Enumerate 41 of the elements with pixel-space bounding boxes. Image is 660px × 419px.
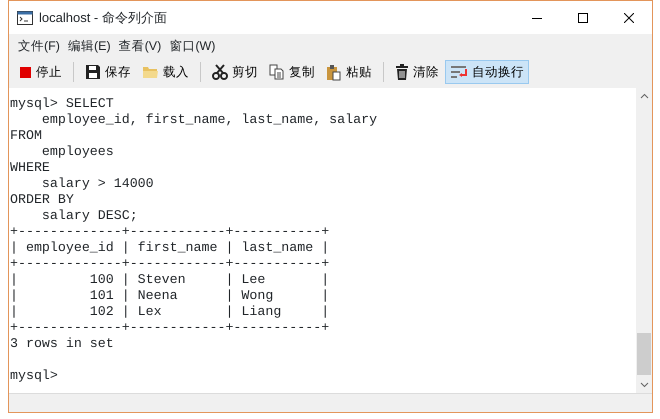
console-line: employee_id, first_name, last_name, salary [40, 112, 378, 128]
console-line: +-------------+------------+-----------+ [10, 224, 330, 240]
console-line: salary > 14000 [40, 176, 154, 192]
toolbar-button[interactable]: 清除 [390, 60, 444, 84]
toolbar-button[interactable]: 剪切 [207, 60, 263, 84]
trash-can-icon [395, 64, 409, 80]
folder-icon [142, 65, 159, 79]
menu-item[interactable]: 编辑(E) [64, 36, 115, 56]
console-line: | 100 | Steven | Lee | [10, 272, 330, 288]
scissors-icon [212, 64, 228, 80]
toolbar-button[interactable]: 停止 [14, 60, 67, 84]
console-line: mysql> SELECT [10, 96, 114, 112]
console-line: +-------------+------------+-----------+ [10, 256, 330, 272]
console-line: salary DESC; [40, 208, 138, 224]
toolbar-button[interactable]: 自动换行 [445, 60, 529, 84]
console-line: mysql> [10, 368, 58, 384]
maximize-icon[interactable] [578, 12, 588, 22]
toolbar-button[interactable]: 粘贴 [321, 60, 377, 84]
toolbar-button[interactable]: 复制 [264, 60, 320, 84]
word-wrap-icon [450, 64, 468, 80]
toolbar-button[interactable]: 载入 [137, 60, 194, 84]
menu-item[interactable]: 文件(F) [14, 36, 64, 56]
copy-icon [269, 64, 285, 80]
window-title: localhost - 命令列介面 [39, 8, 168, 27]
console-line: WHERE [10, 160, 50, 176]
console-line: ORDER BY [10, 192, 74, 208]
menu-item[interactable]: 窗口(W) [165, 36, 220, 56]
console-line: 3 rows in set [10, 336, 114, 352]
close-icon[interactable] [624, 12, 634, 22]
console-line: | 102 | Lex | Liang | [10, 304, 330, 320]
console-line: | employee_id | first_name | last_name | [10, 240, 330, 256]
console-line: +-------------+------------+-----------+ [10, 320, 330, 336]
console-line: | 101 | Neena | Wong | [10, 288, 330, 304]
toolbar-button[interactable]: 保存 [80, 60, 136, 84]
clipboard-icon [326, 64, 342, 80]
console-window-icon [17, 10, 33, 24]
stop-icon [19, 66, 32, 78]
menu-item[interactable]: 查看(V) [114, 36, 166, 56]
console-line: FROM [10, 128, 42, 144]
console-line: employees [40, 144, 114, 160]
scrollbar-thumb[interactable] [637, 333, 651, 375]
